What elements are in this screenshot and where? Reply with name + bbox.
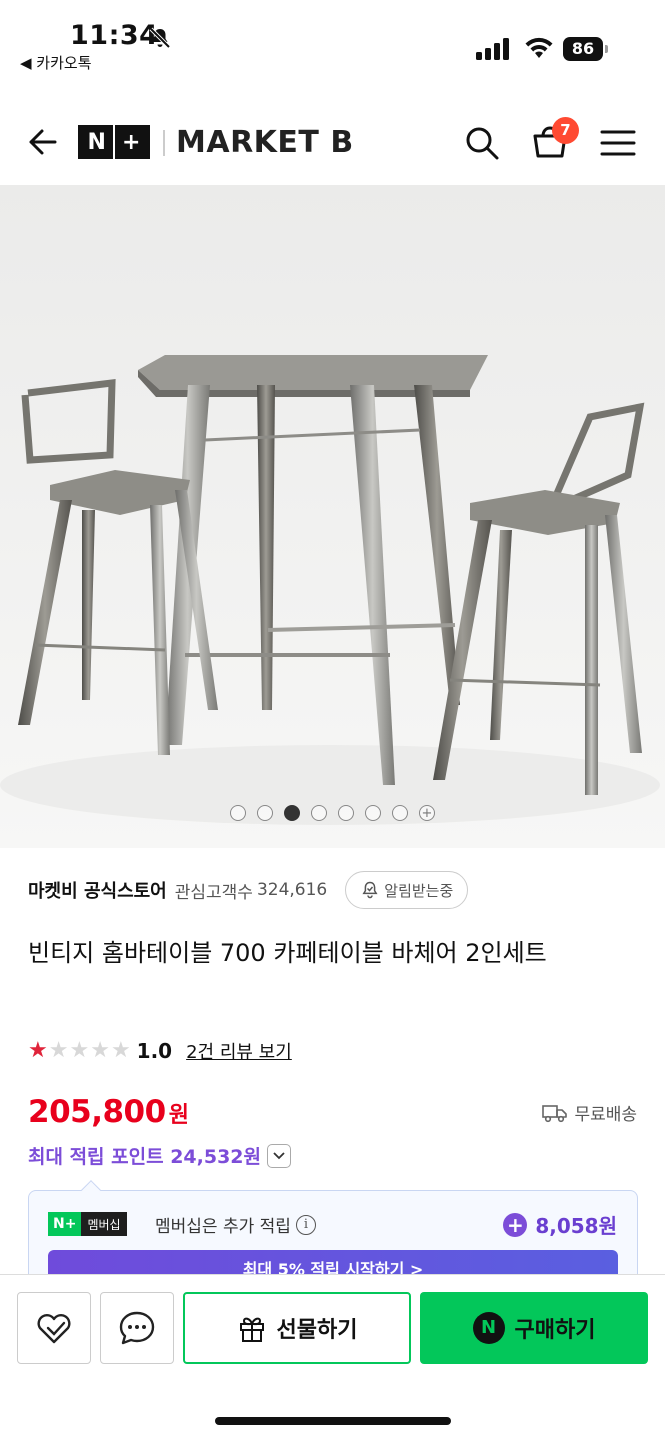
bar-table-chairs-illustration (0, 355, 660, 825)
status-bar: 11:34 ◀ 카카오톡 86 (0, 0, 665, 80)
store-name-link[interactable]: 마켓비 공식스토어 (28, 877, 167, 903)
membership-extra-text: 멤버십은 추가 적립 i (155, 1212, 316, 1237)
back-arrow-icon[interactable] (22, 124, 58, 160)
star-empty-icon: ★ (110, 1038, 131, 1063)
chat-bubble-icon (119, 1311, 155, 1345)
gift-icon (239, 1317, 264, 1342)
store-brand-logo[interactable]: MARKET B (176, 125, 354, 160)
pagination-dot-active[interactable] (284, 805, 300, 821)
battery-indicator: 86 (563, 37, 603, 61)
points-expand-toggle[interactable] (267, 1143, 292, 1168)
notify-label: 알림받는중 (384, 881, 454, 900)
heart-check-icon (37, 1314, 71, 1344)
star-filled-icon: ★ (28, 1038, 48, 1063)
bell-check-icon (362, 881, 378, 899)
header-divider (163, 130, 165, 156)
nplus-logo-n: N (87, 129, 106, 155)
price-value: 205,800 (28, 1094, 166, 1130)
pagination-dot[interactable] (365, 805, 381, 821)
price-row: 205,800 원 (28, 1094, 189, 1130)
membership-points-value: 8,058원 (535, 1214, 617, 1238)
shipping-label: 무료배송 (574, 1105, 637, 1125)
talktalk-chat-button[interactable] (100, 1292, 174, 1364)
membership-badge: N+ 멤버십 (48, 1212, 127, 1236)
store-info-row: 마켓비 공식스토어 관심고객수 324,616 알림받는중 (28, 870, 638, 910)
pagination-dot[interactable] (230, 805, 246, 821)
membership-points: + 8,058원 (503, 1210, 617, 1239)
rating-stars: ★ ★ ★ ★ ★ (28, 1040, 131, 1062)
shipping-info: 무료배송 (542, 1100, 637, 1125)
max-points-text: 최대 적립 포인트 24,532원 (28, 1146, 262, 1168)
wishlist-button[interactable] (17, 1292, 91, 1364)
battery-tip (605, 45, 608, 53)
chevron-down-icon (273, 1151, 285, 1159)
store-fans-count: 324,616 (256, 880, 328, 900)
pagination-dot[interactable] (257, 805, 273, 821)
membership-text: 멤버십은 추가 적립 (155, 1217, 291, 1237)
gift-button[interactable]: 선물하기 (183, 1292, 411, 1364)
gift-label: 선물하기 (276, 1318, 358, 1343)
buy-label: 구매하기 (514, 1318, 596, 1343)
membership-badge-np: N+ (48, 1212, 82, 1236)
pagination-more-icon[interactable]: + (419, 805, 435, 821)
membership-badge-label: 멤버십 (81, 1212, 127, 1236)
buy-button[interactable]: N 구매하기 (420, 1292, 648, 1364)
home-indicator (215, 1417, 451, 1425)
price-unit: 원 (168, 1103, 189, 1128)
hamburger-menu-icon[interactable] (600, 128, 636, 158)
store-fans-label: 관심고객수 (174, 882, 253, 903)
wifi-icon (525, 37, 553, 58)
review-link[interactable]: 2건 리뷰 보기 (186, 1038, 292, 1064)
points-row: 최대 적립 포인트 24,532원 (28, 1142, 292, 1169)
star-empty-icon: ★ (69, 1038, 90, 1063)
star-empty-icon: ★ (90, 1038, 110, 1063)
rating-row: ★ ★ ★ ★ ★ 1.0 2건 리뷰 보기 (28, 1036, 292, 1066)
status-time: 11:34 (70, 20, 159, 51)
pagination-dot[interactable] (311, 805, 327, 821)
cellular-signal-icon (476, 38, 509, 60)
plus-circle-icon: + (503, 1212, 528, 1237)
nplus-logo-plus: + (122, 129, 141, 155)
truck-icon (542, 1104, 568, 1122)
nplus-logo-separator (112, 125, 115, 159)
pagination-dot[interactable] (392, 805, 408, 821)
nplus-logo[interactable]: N + (78, 125, 150, 159)
bell-muted-icon (149, 27, 171, 49)
cart-count-badge: 7 (552, 117, 579, 144)
star-empty-icon: ★ (48, 1038, 69, 1063)
pagination-dot[interactable] (338, 805, 354, 821)
product-image[interactable] (0, 185, 665, 848)
search-icon[interactable] (463, 124, 501, 162)
rating-value: 1.0 (136, 1039, 173, 1063)
product-title: 빈티지 홈바테이블 700 카페테이블 바체어 2인세트 (28, 939, 547, 967)
image-pagination: + (0, 805, 665, 825)
info-icon[interactable]: i (295, 1214, 316, 1235)
npay-icon: N (472, 1312, 505, 1344)
notify-toggle-button[interactable]: 알림받는중 (345, 871, 469, 909)
back-to-app-link[interactable]: ◀ 카카오톡 (20, 52, 92, 73)
top-navigation: N + MARKET B 7 (0, 100, 665, 184)
